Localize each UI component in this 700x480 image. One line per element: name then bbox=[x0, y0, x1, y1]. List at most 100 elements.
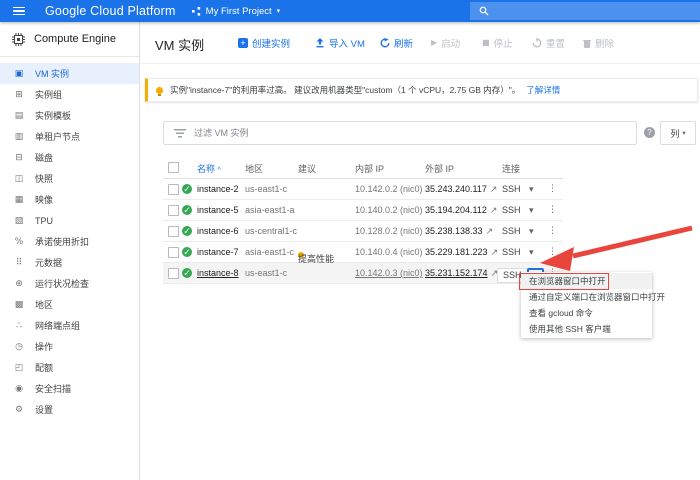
create-instance-button[interactable]: + 创建实例 bbox=[238, 36, 290, 50]
sidebar-item-instance-templates[interactable]: ▤ 实例模板 bbox=[0, 105, 139, 126]
table-row-instance-6[interactable]: ✓ instance-6 us-central1-c 10.128.0.2 (n… bbox=[163, 221, 563, 242]
bulb-icon bbox=[156, 87, 163, 94]
filter-bar[interactable] bbox=[163, 121, 637, 145]
import-vm-button[interactable]: 导入 VM bbox=[315, 36, 365, 50]
menu-icon[interactable] bbox=[13, 7, 25, 16]
sidebar-item-instance-groups[interactable]: ⊞ 实例组 bbox=[0, 84, 139, 105]
health-checks-icon: ⊕ bbox=[13, 279, 25, 289]
sidebar-nav: ▣ VM 实例 ⊞ 实例组 ▤ 实例模板 ▥ 单租户节点 ⊟ 磁盘 ◫ 快照 ▦… bbox=[0, 57, 139, 420]
start-button[interactable]: ▶ 启动 bbox=[431, 36, 460, 50]
sidebar-item-health-checks[interactable]: ⊕ 运行状况检查 bbox=[0, 273, 139, 294]
column-header-zone[interactable]: 地区 bbox=[245, 162, 263, 175]
refresh-button[interactable]: 刷新 bbox=[380, 36, 413, 50]
sidebar-item-committed-use-discounts[interactable]: % 承诺使用折扣 bbox=[0, 231, 139, 252]
sidebar-item-quotas[interactable]: ◰ 配额 bbox=[0, 357, 139, 378]
external-ip-cell[interactable]: 35.238.138.33↗ bbox=[425, 226, 493, 237]
sidebar-item-images[interactable]: ▦ 映像 bbox=[0, 189, 139, 210]
sidebar-item-tpus[interactable]: ▧ TPU bbox=[0, 210, 139, 231]
column-header-internal-ip[interactable]: 内部 IP bbox=[355, 162, 384, 175]
global-search-input[interactable] bbox=[489, 6, 700, 16]
ssh-dropdown-caret[interactable]: ▾ bbox=[529, 205, 534, 216]
filter-input[interactable] bbox=[186, 128, 636, 138]
project-selector[interactable]: My First Project ▾ bbox=[192, 6, 281, 17]
table-row-instance-7[interactable]: ✓ instance-7 asia-east1-c 提高性能 10.140.0.… bbox=[163, 242, 563, 263]
menu-item-use-other-ssh-client[interactable]: 使用其他 SSH 客户端 bbox=[521, 321, 652, 337]
table-row-instance-2[interactable]: ✓ instance-2 us-east1-c 10.142.0.2 (nic0… bbox=[163, 179, 563, 200]
column-header-name[interactable]: 名称 ^ bbox=[197, 162, 221, 175]
sidebar-item-security-scans[interactable]: ◉ 安全扫描 bbox=[0, 378, 139, 399]
external-link-icon: ↗ bbox=[490, 184, 498, 194]
vm-instances-table: 名称 ^ 地区 建议 内部 IP 外部 IP 连接 ✓ instance-2 u… bbox=[163, 156, 563, 284]
sidebar-item-operations[interactable]: ◷ 操作 bbox=[0, 336, 139, 357]
internal-ip-cell: 10.142.0.2 (nic0) bbox=[355, 184, 423, 194]
column-header-external-ip[interactable]: 外部 IP bbox=[425, 162, 454, 175]
learn-more-link[interactable]: 了解详情 bbox=[526, 84, 560, 96]
table-header-row: 名称 ^ 地区 建议 内部 IP 外部 IP 连接 bbox=[163, 156, 563, 179]
sidebar-item-metadata[interactable]: ⠿ 元数据 bbox=[0, 252, 139, 273]
delete-button[interactable]: 删除 bbox=[583, 36, 614, 50]
security-scans-icon: ◉ bbox=[13, 384, 25, 394]
sidebar-item-sole-tenant-nodes[interactable]: ▥ 单租户节点 bbox=[0, 126, 139, 147]
sidebar-item-network-endpoint-groups[interactable]: ∴ 网络端点组 bbox=[0, 315, 139, 336]
row-menu-icon[interactable]: ⋮ bbox=[548, 205, 557, 215]
external-ip-cell[interactable]: 35.229.181.223↗ bbox=[425, 247, 498, 258]
banner-text: 实例"instance-7"的利用率过高。 建议改用机器类型"custom（1 … bbox=[170, 84, 520, 96]
external-ip-cell[interactable]: 35.243.240.117↗ bbox=[425, 184, 497, 195]
zone-cell: asia-east1-c bbox=[245, 247, 294, 257]
menu-item-view-gcloud-command[interactable]: 查看 gcloud 命令 bbox=[521, 305, 652, 321]
row-checkbox[interactable] bbox=[168, 226, 179, 237]
column-header-connect[interactable]: 连接 bbox=[502, 162, 520, 175]
instance-name-link[interactable]: instance-8 bbox=[197, 268, 239, 278]
row-menu-icon[interactable]: ⋮ bbox=[548, 247, 557, 257]
ssh-dropdown-caret[interactable]: ▾ bbox=[529, 184, 534, 195]
metadata-icon: ⠿ bbox=[13, 258, 25, 268]
sidebar-item-snapshots[interactable]: ◫ 快照 bbox=[0, 168, 139, 189]
instance-name-link[interactable]: instance-2 bbox=[197, 184, 239, 194]
internal-ip-cell: 10.128.0.2 (nic0) bbox=[355, 226, 423, 236]
column-header-recommendation[interactable]: 建议 bbox=[298, 162, 316, 175]
instance-name-link[interactable]: instance-5 bbox=[197, 205, 239, 215]
external-ip-cell[interactable]: 35.194.204.112↗ bbox=[425, 205, 497, 216]
ssh-button[interactable]: SSH bbox=[502, 226, 521, 236]
project-name: My First Project bbox=[206, 6, 272, 17]
row-checkbox[interactable] bbox=[168, 205, 179, 216]
zone-cell: asia-east1-a bbox=[245, 205, 295, 215]
row-menu-icon[interactable]: ⋮ bbox=[548, 226, 557, 236]
sidebar-item-vm-instances[interactable]: ▣ VM 实例 bbox=[0, 63, 139, 84]
ssh-button[interactable]: SSH bbox=[502, 205, 521, 215]
select-all-checkbox[interactable] bbox=[168, 162, 179, 173]
sidebar-item-zones[interactable]: ▩ 地区 bbox=[0, 294, 139, 315]
menu-item-open-in-browser-custom-port[interactable]: 通过自定义端口在浏览器窗口中打开 bbox=[521, 289, 652, 305]
quotas-icon: ◰ bbox=[13, 363, 25, 373]
gcp-logo[interactable]: Google Cloud Platform bbox=[45, 4, 176, 18]
row-checkbox[interactable] bbox=[168, 184, 179, 195]
sidebar-item-settings[interactable]: ⚙ 设置 bbox=[0, 399, 139, 420]
ssh-button[interactable]: SSH bbox=[502, 184, 521, 194]
external-link-icon: ↗ bbox=[486, 226, 494, 236]
ssh-dropdown-caret[interactable]: ▾ bbox=[529, 247, 534, 258]
product-header[interactable]: Compute Engine bbox=[0, 22, 139, 57]
ssh-dropdown-caret[interactable]: ▾ bbox=[529, 226, 534, 237]
help-icon[interactable]: ? bbox=[644, 127, 655, 138]
table-row-instance-8[interactable]: ✓ instance-8 us-east1-c 10.142.0.3 (nic0… bbox=[163, 263, 563, 284]
external-link-icon: ↗ bbox=[491, 247, 499, 257]
row-menu-icon[interactable]: ⋮ bbox=[548, 184, 557, 194]
instance-name-link[interactable]: instance-7 bbox=[197, 247, 239, 257]
menu-item-open-in-browser[interactable]: 在浏览器窗口中打开 bbox=[521, 273, 652, 289]
instance-name-link[interactable]: instance-6 bbox=[197, 226, 239, 236]
ssh-button[interactable]: SSH bbox=[502, 247, 521, 257]
chevron-down-icon: ▾ bbox=[682, 129, 685, 137]
product-title: Compute Engine bbox=[34, 33, 116, 45]
global-search[interactable] bbox=[470, 2, 700, 20]
table-row-instance-5[interactable]: ✓ instance-5 asia-east1-a 10.140.0.2 (ni… bbox=[163, 200, 563, 221]
reset-button[interactable]: 重置 bbox=[532, 36, 565, 50]
sidebar-item-disks[interactable]: ⊟ 磁盘 bbox=[0, 147, 139, 168]
stop-button[interactable]: ■ 停止 bbox=[482, 36, 513, 50]
row-checkbox[interactable] bbox=[168, 268, 179, 279]
columns-button[interactable]: 列 ▾ bbox=[660, 121, 696, 145]
tpus-icon: ▧ bbox=[13, 216, 25, 226]
external-ip-cell[interactable]: 35.231.152.174↗ bbox=[425, 268, 498, 279]
ssh-options-menu: 在浏览器窗口中打开 通过自定义端口在浏览器窗口中打开 查看 gcloud 命令 … bbox=[521, 272, 652, 338]
row-checkbox[interactable] bbox=[168, 247, 179, 258]
filter-icon bbox=[174, 129, 186, 138]
